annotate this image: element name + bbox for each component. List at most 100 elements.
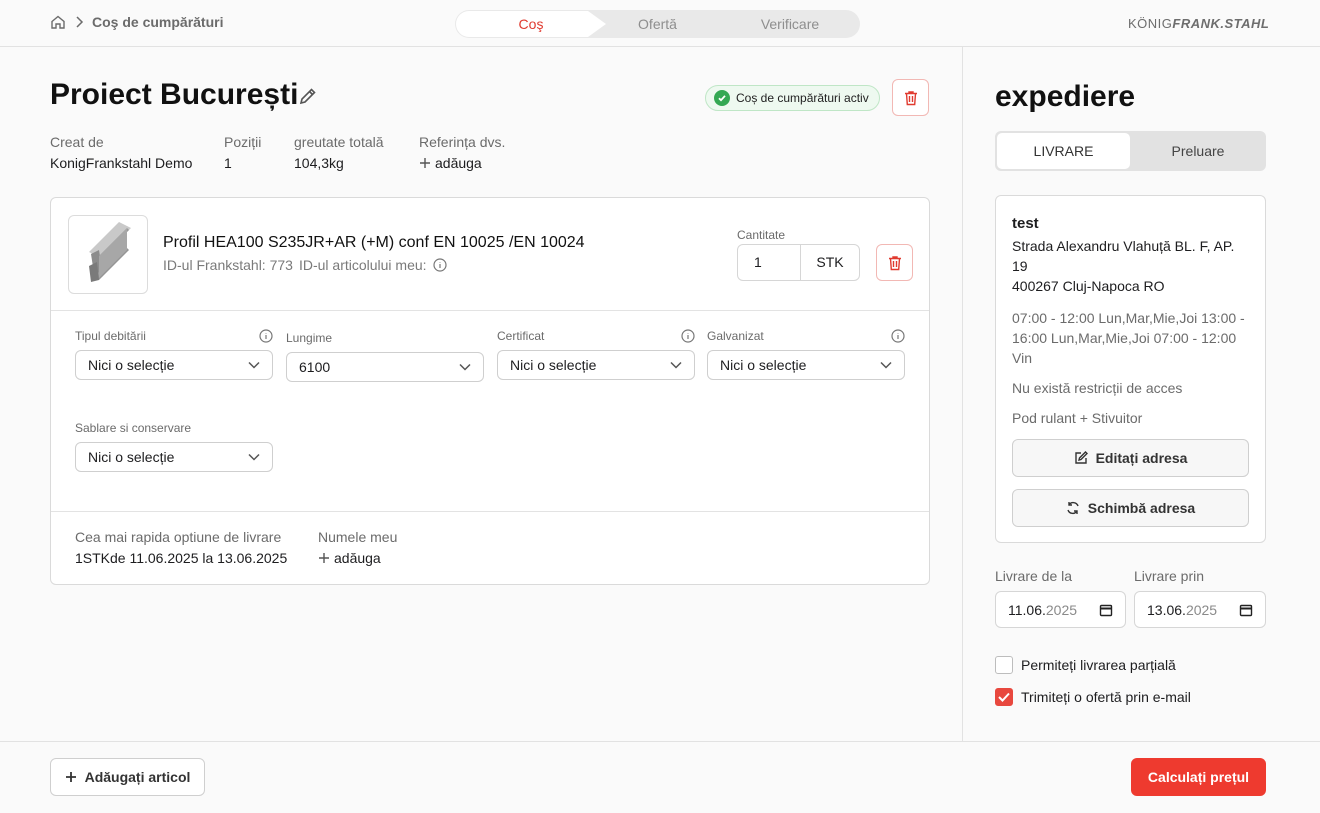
unloading-equipment: Pod rulant + Stivuitor [1012, 410, 1143, 426]
unit-label: STK [816, 254, 844, 270]
edit-title-icon[interactable] [298, 86, 318, 106]
date-to-day-month: 13.06. [1147, 601, 1186, 618]
breadcrumb: Coş de cumpărături [50, 14, 223, 30]
product-image [68, 215, 148, 294]
delivery-value: 1STKde 11.06.2025 la 13.06.2025 [75, 550, 288, 566]
access-restrictions: Nu există restricții de acces [1012, 380, 1183, 396]
quantity-label: Cantitate [737, 228, 786, 242]
option-cut-type: Tipul debitării Nici o selecție [75, 329, 273, 380]
chevron-down-icon [670, 361, 682, 369]
change-address-button[interactable]: Schimbă adresa [1012, 489, 1249, 527]
opening-hours: 07:00 - 12:00 Lun,Mar,Mie,Joi 13:00 - 16… [1012, 310, 1245, 366]
galvanized-select[interactable]: Nici o selecție [707, 350, 905, 380]
partial-delivery-label: Permiteți livrarea parțială [1021, 657, 1176, 673]
info-icon[interactable] [891, 329, 905, 343]
logo-text-left: KÖNIG [1128, 16, 1173, 31]
add-my-name-link[interactable]: adăuga [318, 550, 397, 566]
delivery-to-input[interactable]: 13.06.2025 [1134, 591, 1266, 628]
trash-icon [904, 90, 918, 106]
shipping-title: expediere [995, 80, 1136, 113]
divider [51, 310, 929, 311]
meta-value: 1 [224, 155, 232, 171]
step-offer[interactable]: Ofertă [610, 10, 705, 38]
select-value: Nici o selecție [720, 357, 807, 373]
meta-total-weight: greutate totală 104,3kg [294, 134, 384, 171]
footer-divider [0, 741, 1320, 742]
status-badge-text: Coș de cumpărături activ [736, 91, 869, 105]
add-reference-label: adăuga [435, 155, 482, 171]
trash-icon [888, 255, 902, 271]
add-article-label: Adăugați articol [84, 769, 191, 785]
address-card: test Strada Alexandru Vlahuță BL. F, AP.… [995, 195, 1266, 543]
product-frankstahl-id: ID-ul Frankstahl: 773 [163, 257, 293, 273]
length-select[interactable]: 6100 [286, 352, 484, 382]
meta-label: Referința dvs. [419, 134, 506, 150]
change-address-label: Schimbă adresa [1087, 500, 1196, 516]
date-from-day-month: 11.06. [1008, 601, 1046, 618]
add-article-button[interactable]: Adăugați articol [50, 758, 205, 796]
delivery-to-label: Livrare prin [1134, 568, 1205, 584]
quantity-stepper: 1 STK [737, 244, 860, 281]
delete-project-button[interactable] [892, 79, 929, 116]
status-badge: Coș de cumpărături activ [705, 85, 880, 111]
address-city: 400267 Cluj-Napoca RO [1012, 278, 1165, 294]
divider [51, 511, 929, 512]
step-verification[interactable]: Verificare [740, 10, 840, 38]
brand-logo: KÖNIGFRANK.STAHL [1128, 16, 1269, 31]
option-label: Galvanizat [707, 329, 764, 343]
option-label: Tipul debitării [75, 329, 146, 343]
product-ids: ID-ul Frankstahl: 773 ID-ul articolului … [163, 257, 447, 273]
step-cart[interactable]: Coş [456, 11, 606, 37]
my-name-label: Numele meu [318, 529, 398, 545]
certificate-select[interactable]: Nici o selecție [497, 350, 695, 380]
meta-created-by: Creat de KonigFrankstahl Demo [50, 134, 192, 171]
option-label: Sablare si conservare [75, 421, 192, 435]
meta-label: Poziții [224, 134, 262, 150]
chevron-down-icon [880, 361, 892, 369]
info-icon[interactable] [681, 329, 695, 343]
meta-positions: Poziții 1 [224, 134, 261, 171]
breadcrumb-current[interactable]: Coş de cumpărături [92, 14, 223, 30]
email-offer-option: Trimiteți o ofertă prin e-mail [995, 688, 1191, 706]
delivery-label: Cea mai rapida optiune de livrare [75, 529, 282, 545]
email-offer-checkbox[interactable] [995, 688, 1013, 706]
address-name: test [1012, 215, 1039, 232]
partial-delivery-checkbox[interactable] [995, 656, 1013, 674]
edit-address-label: Editați adresa [1095, 450, 1188, 466]
address-street: Strada Alexandru Vlahuță BL. F, AP. 19 [1012, 238, 1235, 274]
delivery-from-label: Livrare de la [995, 568, 1073, 584]
cut-type-select[interactable]: Nici o selecție [75, 350, 273, 380]
calculate-price-button[interactable]: Calculați prețul [1131, 758, 1266, 796]
checkout-stepper: Ofertă Verificare Coş [455, 10, 860, 38]
plus-icon [318, 552, 330, 564]
sandblasting-select[interactable]: Nici o selecție [75, 442, 273, 472]
date-to-year: 2025 [1185, 601, 1218, 618]
page-title: Proiect București [50, 78, 299, 111]
option-length: Lungime 6100 [286, 329, 484, 382]
edit-address-button[interactable]: Editați adresa [1012, 439, 1249, 477]
step-cart-label: Coş [518, 16, 544, 32]
tab-delivery[interactable]: LIVRARE [997, 133, 1130, 169]
shipping-mode-toggle: LIVRARE Preluare [995, 131, 1266, 171]
fastest-delivery: Cea mai rapida optiune de livrare 1STKde… [75, 529, 287, 566]
date-from-year: 2025 [1045, 601, 1078, 618]
home-icon[interactable] [50, 14, 66, 30]
quantity-input[interactable]: 1 [738, 245, 801, 280]
tab-pickup[interactable]: Preluare [1130, 131, 1266, 171]
select-value: Nici o selecție [510, 357, 597, 373]
calendar-icon[interactable] [1239, 603, 1253, 617]
option-certificate: Certificat Nici o selecție [497, 329, 695, 380]
chevron-down-icon [248, 453, 260, 461]
delete-item-button[interactable] [876, 244, 913, 281]
info-icon[interactable] [259, 329, 273, 343]
delivery-from-input[interactable]: 11.06.2025 [995, 591, 1126, 628]
meta-label: greutate totală [294, 134, 384, 150]
add-reference-link[interactable]: adăuga [419, 155, 505, 171]
calendar-icon[interactable] [1099, 603, 1113, 617]
option-galvanized: Galvanizat Nici o selecție [707, 329, 905, 380]
my-article-id-label: ID-ul articolului meu: [298, 257, 427, 273]
product-name: Profil HEA100 S235JR+AR (+M) conf EN 100… [163, 234, 585, 251]
info-icon[interactable] [432, 258, 447, 272]
select-value: 6100 [299, 359, 331, 375]
meta-label: Creat de [50, 134, 104, 150]
